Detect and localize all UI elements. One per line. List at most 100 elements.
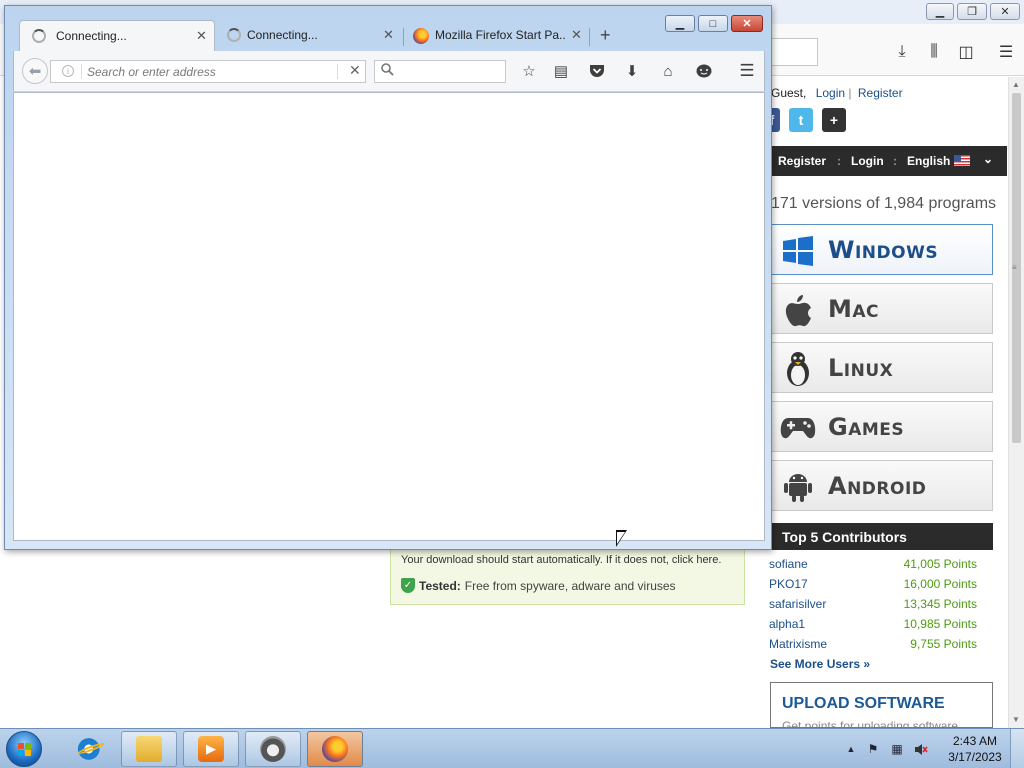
tab-label: Connecting... [247,28,318,42]
volume-muted-icon[interactable] [914,742,928,756]
gamepad-icon [780,410,816,446]
tab-connecting-1[interactable]: Connecting... ✕ [19,20,215,52]
bookmark-star-icon[interactable]: ☆ [518,60,540,82]
windows-taskbar: ▶ ▲ ⚑ ▦ 2:43 AM 3/17/2023 [0,728,1024,768]
contributor-name[interactable]: alpha1 [769,617,805,631]
platform-linux[interactable]: Linux [771,342,993,393]
nav-language[interactable]: English [907,154,950,168]
start-button[interactable] [6,731,42,767]
windows-logo-icon [780,233,816,269]
scroll-down-icon[interactable]: ▼ [1012,715,1020,724]
pocket-icon[interactable] [586,60,608,82]
contributor-row: alpha1 10,985 Points [769,617,981,635]
page-scrollbar[interactable]: ▲ ≡ ▼ [1008,77,1024,728]
contributor-row: safarisilver 13,345 Points [769,597,981,615]
tab-close-icon[interactable]: ✕ [383,27,394,43]
tested-badge: ✓ Tested: Free from spyware, adware and … [401,578,676,593]
clock-date[interactable]: 3/17/2023 [944,750,1006,764]
hamburger-menu-icon[interactable]: ☰ [996,42,1016,62]
chat-bubble-icon[interactable] [693,60,715,82]
close-icon[interactable]: ✕ [731,15,763,32]
tab-close-icon[interactable]: ✕ [571,27,582,43]
clock-time[interactable]: 2:43 AM [950,734,1000,748]
contributor-name[interactable]: safarisilver [769,597,826,611]
platform-android[interactable]: Android [771,460,993,511]
search-icon [381,63,394,79]
firefox-taskbar-button[interactable] [307,731,363,767]
login-link[interactable]: Login [816,86,845,100]
see-more-users-link[interactable]: See More Users » [770,657,870,671]
tab-firefox-start[interactable]: Mozilla Firefox Start Pa... ✕ [403,20,589,52]
download-notice: Your download should start automatically… [390,549,745,605]
network-icon[interactable]: ▦ [890,742,904,756]
background-search-field[interactable] [770,38,818,66]
tab-separator [589,28,590,46]
navigation-toolbar: ⬅ i ✕ ☆ ▤ ⬇ ⌂ ☰ [13,51,765,91]
minimize-icon[interactable]: ▁ [926,3,954,20]
new-tab-button[interactable]: + [600,25,611,46]
contributor-row: PKO17 16,000 Points [769,577,981,595]
show-desktop-button[interactable] [1010,729,1024,768]
nav-separator: : [837,154,841,168]
hamburger-menu-icon[interactable]: ☰ [736,60,758,82]
internet-explorer-taskbar-button[interactable] [62,731,118,767]
share-plus-icon[interactable]: + [822,108,846,132]
tab-label: Connecting... [56,29,127,43]
firefox-logo-icon [413,28,429,44]
link-divider: | [848,86,852,100]
platform-label: Windows [828,236,939,264]
upload-title: UPLOAD SOFTWARE [782,695,945,712]
firefox-page-content [13,92,765,541]
loading-spinner-icon [227,28,241,42]
media-player-icon: ▶ [198,736,224,762]
restore-icon[interactable]: ❐ [957,3,987,20]
address-input[interactable] [87,63,327,80]
tested-text: Free from spyware, adware and viruses [464,578,676,593]
file-explorer-taskbar-button[interactable] [121,731,177,767]
site-nav-bar: Register : Login : English ⌄ [771,146,1007,176]
action-center-flag-icon[interactable]: ⚑ [866,742,880,756]
system-tray: ▲ ⚑ ▦ 2:43 AM 3/17/2023 [840,729,1024,768]
guest-login-line: Guest, Login | Register [771,86,903,100]
versions-count: 171 versions of 1,984 programs [771,195,997,212]
upload-software-box[interactable]: UPLOAD SOFTWARE Get points for uploading… [770,682,993,728]
nav-register[interactable]: Register [778,154,826,168]
library-icon[interactable]: ⫼ [924,42,944,62]
raccoon-app-taskbar-button[interactable] [245,731,301,767]
tab-connecting-2[interactable]: Connecting... ✕ [215,20,403,52]
info-icon[interactable]: i [62,65,74,77]
platform-windows[interactable]: Windows [771,224,993,275]
nav-separator: : [893,154,897,168]
home-icon[interactable]: ⌂ [657,60,679,82]
platform-mac[interactable]: Mac [771,283,993,334]
platform-games[interactable]: Games [771,401,993,452]
folder-icon [136,736,162,762]
sidebar-icon[interactable]: ◫ [956,42,976,62]
contributor-name[interactable]: Matrixisme [769,637,827,651]
upload-subtitle: Get points for uploading software [782,719,959,728]
chevron-down-icon[interactable]: ⌄ [983,152,993,166]
register-link[interactable]: Register [858,86,903,100]
show-hidden-icons-icon[interactable]: ▲ [844,742,858,756]
download-arrow-icon[interactable]: ⬇ [621,60,643,82]
minimize-icon[interactable]: ▁ [665,15,695,32]
download-icon[interactable]: ⤓ [892,42,912,62]
nav-login[interactable]: Login [851,154,884,168]
media-player-taskbar-button[interactable]: ▶ [183,731,239,767]
contributor-points: 9,755 Points [910,637,977,651]
tab-close-icon[interactable]: ✕ [196,28,207,44]
scroll-up-icon[interactable]: ▲ [1012,80,1020,89]
stop-loading-icon[interactable]: ✕ [349,62,361,79]
mouse-pointer-icon [616,530,627,547]
search-bar[interactable] [374,60,506,83]
reading-list-icon[interactable]: ▤ [550,60,572,82]
download-message[interactable]: Your download should start automatically… [401,554,721,566]
contributor-name[interactable]: sofiane [769,557,808,571]
close-icon[interactable]: ✕ [990,3,1020,20]
address-bar[interactable]: i ✕ [50,60,366,83]
contributor-row: sofiane 41,005 Points [769,557,981,575]
maximize-icon[interactable]: □ [698,15,728,32]
twitter-icon[interactable]: t [789,108,813,132]
contributor-name[interactable]: PKO17 [769,577,808,591]
back-arrow-icon[interactable]: ⬅ [22,58,48,84]
